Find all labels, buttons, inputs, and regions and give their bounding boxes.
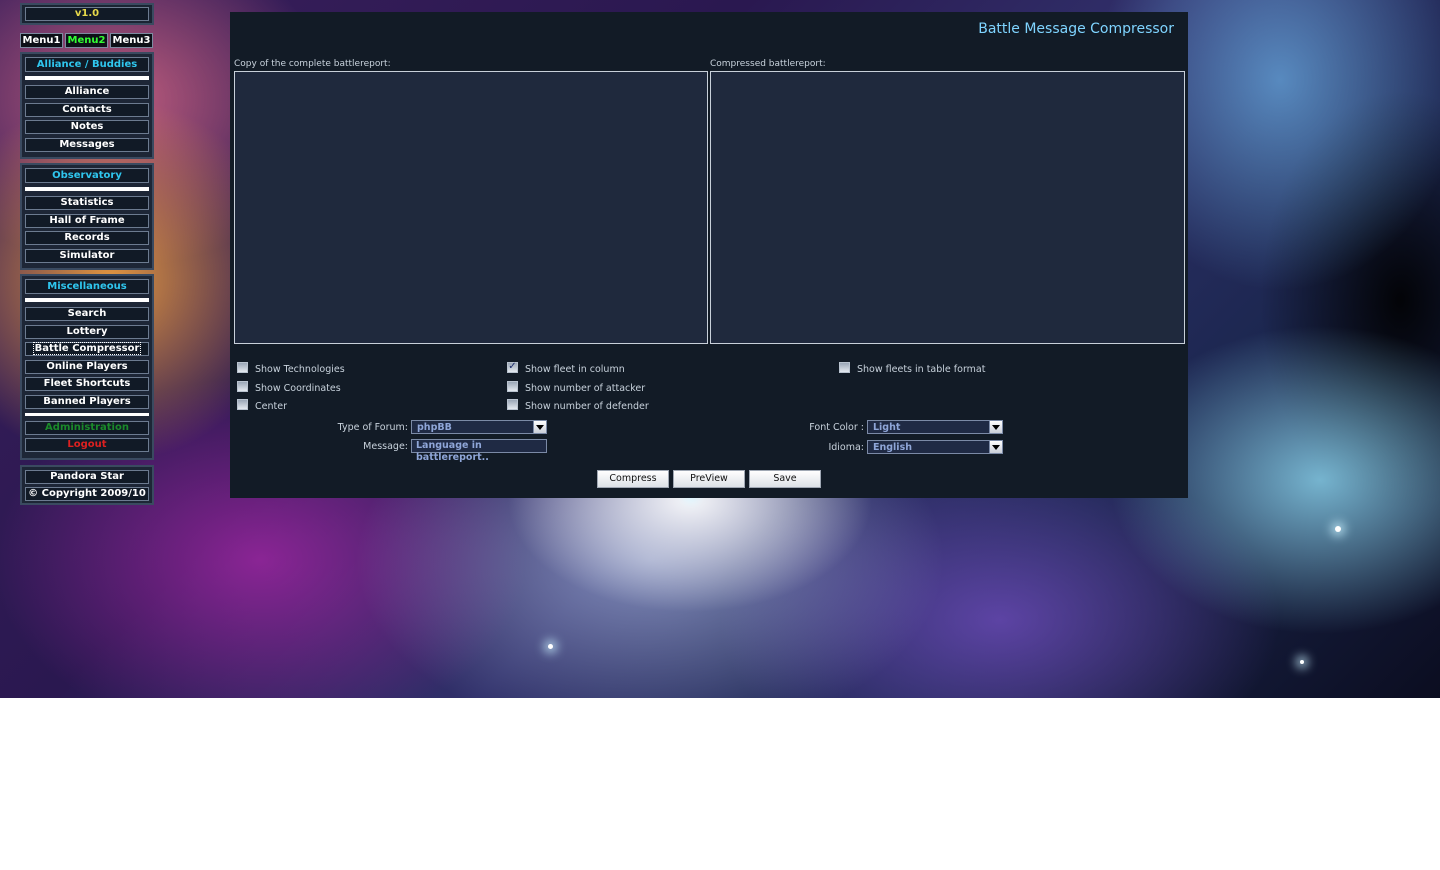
output-label: Compressed battlereport: (710, 59, 826, 69)
menu-item-alliance[interactable]: Alliance (25, 85, 149, 99)
option-show-number-attacker[interactable]: Show number of attacker (507, 380, 646, 395)
input-label: Copy of the complete battlereport: (234, 59, 391, 69)
option-center[interactable]: Center (237, 398, 287, 413)
forum-type-select[interactable]: phpBB (411, 420, 547, 434)
tab-menu3[interactable]: Menu3 (110, 33, 153, 48)
page-title: Battle Message Compressor (978, 21, 1174, 37)
menu-item-battle-compressor-label: Battle Compressor (32, 342, 142, 355)
center-checkbox[interactable] (237, 398, 248, 410)
forum-type-label: Type of Forum: (337, 422, 408, 433)
divider (25, 187, 149, 191)
misc-panel: Miscellaneous Search Lottery Battle Comp… (20, 274, 154, 460)
show-number-defender-label: Show number of defender (525, 400, 649, 412)
idioma-value: English (873, 441, 912, 453)
option-show-number-defender[interactable]: Show number of defender (507, 398, 649, 413)
alliance-header: Alliance / Buddies (25, 57, 149, 72)
menu-item-contacts[interactable]: Contacts (25, 102, 149, 117)
show-fleet-in-column-label: Show fleet in column (525, 363, 625, 375)
menu-item-statistics[interactable]: Statistics (25, 196, 149, 210)
menu-item-fleet-shortcuts[interactable]: Fleet Shortcuts (25, 377, 149, 391)
menu-item-online-players[interactable]: Online Players (25, 359, 149, 374)
show-fleets-table-label: Show fleets in table format (857, 363, 986, 375)
show-number-defender-checkbox[interactable] (507, 398, 518, 410)
tab-menu1[interactable]: Menu1 (20, 33, 63, 48)
font-color-value: Light (873, 421, 901, 433)
footer-copyright: © Copyright 2009/10 (25, 487, 149, 501)
compressor-panel: Battle Message Compressor Copy of the co… (230, 12, 1188, 498)
font-color-label: Font Color : (809, 422, 864, 433)
forum-type-value: phpBB (417, 421, 452, 433)
star (548, 644, 553, 649)
menu-item-administration[interactable]: Administration (25, 420, 149, 435)
star (1335, 526, 1341, 532)
menu-item-hall-of-frame[interactable]: Hall of Frame (25, 213, 149, 228)
chevron-down-icon (989, 421, 1002, 433)
chevron-down-icon (989, 441, 1002, 453)
battlereport-input[interactable] (234, 71, 708, 344)
show-technologies-checkbox[interactable] (237, 361, 248, 373)
left-menu: v1.0 Menu1 Menu2 Menu3 Alliance / Buddie… (20, 3, 154, 505)
show-coordinates-label: Show Coordinates (255, 382, 341, 394)
option-show-technologies[interactable]: Show Technologies (237, 361, 345, 376)
menu-item-simulator[interactable]: Simulator (25, 248, 149, 263)
show-number-attacker-label: Show number of attacker (525, 382, 646, 394)
chevron-down-icon (533, 421, 546, 433)
footer-name: Pandora Star (25, 469, 149, 484)
menu-item-battle-compressor[interactable]: Battle Compressor (25, 342, 149, 356)
idioma-label: Idioma: (828, 442, 864, 453)
divider (25, 412, 149, 416)
alliance-panel: Alliance / Buddies Alliance Contacts Not… (20, 52, 154, 159)
misc-header: Miscellaneous (25, 279, 149, 294)
show-coordinates-checkbox[interactable] (237, 380, 248, 392)
option-show-fleets-table[interactable]: Show fleets in table format (839, 361, 986, 376)
star (1300, 660, 1304, 664)
menu-item-banned-players[interactable]: Banned Players (25, 394, 149, 409)
observatory-header: Observatory (25, 168, 149, 183)
compress-button[interactable]: Compress (597, 470, 669, 488)
message-label: Message: (363, 441, 408, 452)
compressed-output[interactable] (710, 71, 1185, 344)
menu-tabs: Menu1 Menu2 Menu3 (20, 33, 154, 48)
show-technologies-label: Show Technologies (255, 363, 345, 375)
menu-item-lottery[interactable]: Lottery (25, 324, 149, 339)
message-language-button[interactable]: Language in battlereport.. (411, 439, 547, 463)
version-box: v1.0 (20, 3, 154, 25)
footer-panel: Pandora Star © Copyright 2009/10 (20, 464, 154, 505)
show-number-attacker-checkbox[interactable] (507, 380, 518, 392)
observatory-panel: Observatory Statistics Hall of Frame Rec… (20, 163, 154, 270)
menu-item-logout[interactable]: Logout (25, 438, 149, 452)
menu-item-messages[interactable]: Messages (25, 137, 149, 152)
font-color-select[interactable]: Light (867, 420, 1003, 434)
divider (25, 298, 149, 302)
save-button[interactable]: Save (749, 470, 821, 488)
menu-item-notes[interactable]: Notes (25, 120, 149, 134)
show-fleets-table-checkbox[interactable] (839, 361, 850, 373)
option-show-fleet-in-column[interactable]: ✓ Show fleet in column (507, 361, 625, 376)
version-label: v1.0 (25, 7, 149, 21)
preview-button[interactable]: PreView (673, 470, 745, 488)
divider (25, 76, 149, 80)
option-show-coordinates[interactable]: Show Coordinates (237, 380, 341, 395)
show-fleet-in-column-checkbox[interactable]: ✓ (507, 361, 518, 373)
idioma-select[interactable]: English (867, 440, 1003, 454)
menu-item-records[interactable]: Records (25, 231, 149, 245)
center-label: Center (255, 400, 287, 412)
menu-item-search[interactable]: Search (25, 307, 149, 321)
tab-menu2[interactable]: Menu2 (65, 33, 108, 48)
